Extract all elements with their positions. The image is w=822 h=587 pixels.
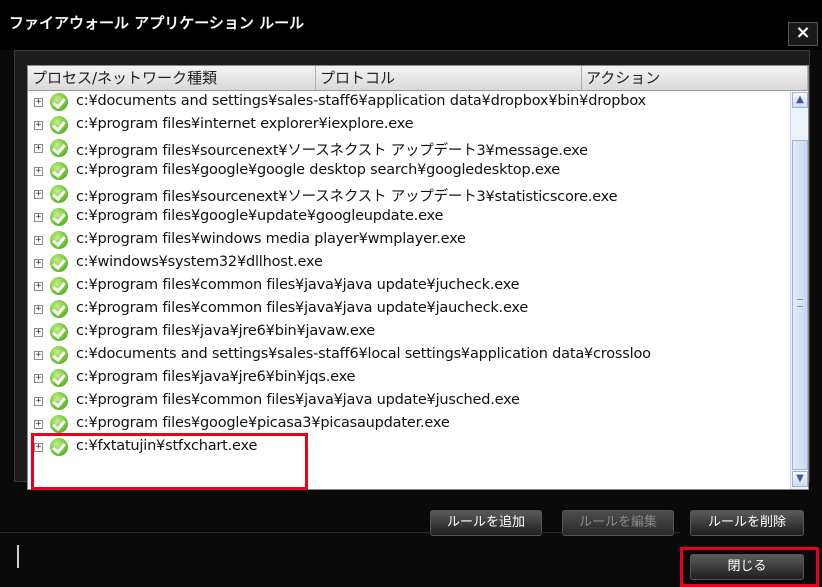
list-item[interactable]: + c:¥program files¥common files¥java¥java… xyxy=(28,299,790,322)
expand-icon[interactable]: + xyxy=(34,236,43,245)
process-path: c:¥program files¥java¥jre6¥bin¥javaw.exe xyxy=(76,323,375,339)
allowed-check-icon xyxy=(50,185,68,203)
expand-icon[interactable]: + xyxy=(34,213,43,222)
expand-icon[interactable]: + xyxy=(34,305,43,314)
allowed-check-icon xyxy=(50,415,68,433)
list-item[interactable]: + c:¥program files¥common files¥java¥java… xyxy=(28,391,790,414)
process-path: c:¥program files¥sourcenext¥ソースネクスト アップデ… xyxy=(76,143,588,159)
scroll-down-icon[interactable]: ▼ xyxy=(792,471,808,487)
expand-icon[interactable]: + xyxy=(34,144,43,153)
expand-icon[interactable]: + xyxy=(34,167,43,176)
process-path: c:¥program files¥common files¥java¥java … xyxy=(76,300,529,316)
allowed-check-icon xyxy=(50,231,68,249)
expand-icon[interactable]: + xyxy=(34,374,43,383)
process-path: c:¥windows¥system32¥dllhost.exe xyxy=(76,254,323,270)
process-path: c:¥program files¥common files¥java¥java … xyxy=(76,392,520,408)
list-item[interactable]: + c:¥program files¥google¥google desktop … xyxy=(28,161,790,184)
expand-icon[interactable]: + xyxy=(34,190,43,199)
process-path: c:¥program files¥java¥jre6¥bin¥jqs.exe xyxy=(76,369,356,385)
allowed-check-icon xyxy=(50,346,68,364)
expand-icon[interactable]: + xyxy=(34,351,43,360)
column-header-action[interactable]: アクション xyxy=(582,66,808,90)
list-item[interactable]: + c:¥program files¥internet explorer¥iexp… xyxy=(28,115,790,138)
list-item[interactable]: + c:¥documents and settings¥sales-staff6¥… xyxy=(28,345,790,368)
allowed-check-icon xyxy=(50,254,68,272)
process-path: c:¥program files¥common files¥java¥java … xyxy=(76,277,520,293)
highlight-box-close xyxy=(680,547,819,587)
list-item[interactable]: + c:¥windows¥system32¥dllhost.exe xyxy=(28,253,790,276)
process-path: c:¥documents and settings¥sales-staff6¥l… xyxy=(76,346,651,362)
allowed-check-icon xyxy=(50,369,68,387)
process-path: c:¥program files¥google¥google desktop s… xyxy=(76,162,560,178)
scroll-up-icon[interactable]: ▲ xyxy=(792,92,808,108)
column-header-protocol[interactable]: プロトコル xyxy=(316,66,582,90)
vertical-scrollbar[interactable]: ▲ ▼ xyxy=(790,92,808,489)
list-item[interactable]: + c:¥program files¥sourcenext¥ソースネクスト アップ… xyxy=(28,184,790,207)
grip-icon xyxy=(797,299,803,307)
list-item[interactable]: + c:¥program files¥common files¥java¥java… xyxy=(28,276,790,299)
process-path: c:¥program files¥sourcenext¥ソースネクスト アップデ… xyxy=(76,189,618,205)
expand-icon[interactable]: + xyxy=(34,98,43,107)
rules-list: プロセス/ネットワーク種類 プロトコル アクション + c:¥documents … xyxy=(27,65,809,490)
delete-rule-button[interactable]: ルールを削除 xyxy=(690,510,804,536)
rules-rows: + c:¥documents and settings¥sales-staff6¥… xyxy=(28,92,790,487)
process-path: c:¥program files¥google¥picasa3¥picasaup… xyxy=(76,415,450,431)
expand-icon[interactable]: + xyxy=(34,420,43,429)
allowed-check-icon xyxy=(50,300,68,318)
divider xyxy=(0,532,680,533)
column-header-process[interactable]: プロセス/ネットワーク種類 xyxy=(28,66,316,90)
expand-icon[interactable]: + xyxy=(34,282,43,291)
list-item[interactable]: + c:¥program files¥sourcenext¥ソースネクスト アップ… xyxy=(28,138,790,161)
process-path: c:¥program files¥internet explorer¥iexpl… xyxy=(76,116,414,132)
allowed-check-icon xyxy=(50,139,68,157)
list-header: プロセス/ネットワーク種類 プロトコル アクション xyxy=(28,66,808,91)
allowed-check-icon xyxy=(50,93,68,111)
list-item[interactable]: + c:¥program files¥java¥jre6¥bin¥javaw.ex… xyxy=(28,322,790,345)
divider xyxy=(17,545,19,568)
list-item[interactable]: + c:¥program files¥java¥jre6¥bin¥jqs.exe xyxy=(28,368,790,391)
list-item[interactable]: + c:¥documents and settings¥sales-staff6¥… xyxy=(28,92,790,115)
highlight-box-selected-row xyxy=(31,433,308,490)
allowed-check-icon xyxy=(50,116,68,134)
expand-icon[interactable]: + xyxy=(34,259,43,268)
allowed-check-icon xyxy=(50,392,68,410)
process-path: c:¥documents and settings¥sales-staff6¥a… xyxy=(76,93,646,109)
allowed-check-icon xyxy=(50,208,68,226)
window-title: ファイアウォール アプリケーション ルール xyxy=(9,14,305,32)
allowed-check-icon xyxy=(50,323,68,341)
allowed-check-icon xyxy=(50,162,68,180)
list-item[interactable]: + c:¥program files¥windows media player¥w… xyxy=(28,230,790,253)
allowed-check-icon xyxy=(50,277,68,295)
expand-icon[interactable]: + xyxy=(34,397,43,406)
list-item[interactable]: + c:¥program files¥google¥update¥googleup… xyxy=(28,207,790,230)
title-bar: ファイアウォール アプリケーション ルール × xyxy=(0,0,822,50)
close-icon[interactable]: × xyxy=(788,22,818,46)
scroll-thumb[interactable] xyxy=(792,140,808,470)
expand-icon[interactable]: + xyxy=(34,328,43,337)
process-path: c:¥program files¥windows media player¥wm… xyxy=(76,231,466,247)
expand-icon[interactable]: + xyxy=(34,121,43,130)
process-path: c:¥program files¥google¥update¥googleupd… xyxy=(76,208,444,224)
